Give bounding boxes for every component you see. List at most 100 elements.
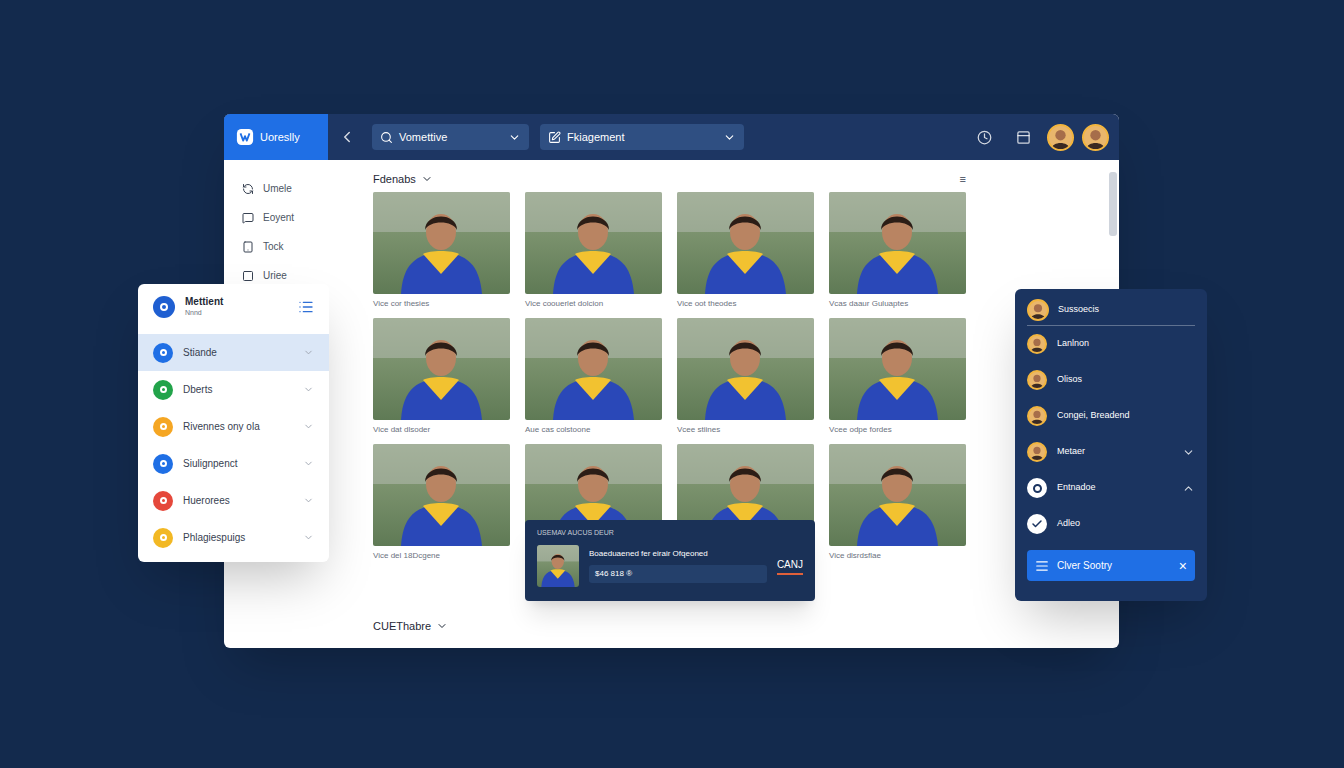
chevron-down-icon bbox=[303, 347, 314, 358]
category-item[interactable]: Rivennes ony ola bbox=[138, 408, 329, 445]
people-item[interactable]: Adleo bbox=[1027, 506, 1195, 542]
photo-card[interactable]: Vcee stiines bbox=[677, 318, 814, 444]
sidebar-item[interactable]: Eoyent bbox=[242, 203, 328, 232]
person-avatar[interactable] bbox=[1027, 442, 1047, 462]
person-figure-icon bbox=[829, 318, 966, 420]
person-figure-icon bbox=[677, 318, 814, 420]
sidebar-item[interactable]: Tock bbox=[242, 232, 328, 261]
category-item[interactable]: Huerorees bbox=[138, 482, 329, 519]
photo-caption: Vice del 18Dcgene bbox=[373, 550, 510, 562]
people-item[interactable]: Congei, Breadend bbox=[1027, 398, 1195, 434]
person-figure-icon bbox=[373, 192, 510, 294]
edit-icon bbox=[548, 131, 561, 144]
person-figure-icon bbox=[537, 545, 579, 587]
sidebar-item-icon bbox=[242, 270, 254, 282]
scrollbar[interactable] bbox=[1109, 172, 1117, 236]
photo[interactable] bbox=[677, 192, 814, 294]
chevron-down-icon bbox=[421, 173, 433, 185]
people-item[interactable]: Lanlnon bbox=[1027, 326, 1195, 362]
user-avatar[interactable] bbox=[1082, 124, 1109, 151]
panel-header: MettientNnnd bbox=[138, 284, 329, 330]
category-dot-icon bbox=[153, 491, 173, 511]
photo[interactable] bbox=[373, 444, 510, 546]
sidebar-item[interactable]: Umele bbox=[242, 174, 328, 203]
people-item[interactable]: Metaer bbox=[1027, 434, 1195, 470]
person-avatar[interactable] bbox=[1027, 406, 1047, 426]
photo-card[interactable]: Vice del 18Dcgene bbox=[373, 444, 510, 570]
gallery-footer[interactable]: CUEThabre bbox=[373, 618, 1119, 635]
photo[interactable] bbox=[373, 192, 510, 294]
category-item[interactable]: Dberts bbox=[138, 371, 329, 408]
popup-photo[interactable] bbox=[537, 545, 579, 587]
chevron-down-icon bbox=[303, 495, 314, 506]
photo[interactable] bbox=[677, 318, 814, 420]
avatar-face-icon bbox=[1029, 301, 1047, 319]
avatar-face-icon bbox=[1049, 126, 1072, 149]
category-dot-icon bbox=[153, 417, 173, 437]
photo[interactable] bbox=[373, 318, 510, 420]
popup-meta: $46 818 ® bbox=[589, 565, 767, 583]
panel-logo-icon bbox=[153, 296, 175, 318]
photo-card[interactable]: Vcas daaur Guluaptes bbox=[829, 192, 966, 318]
category-item[interactable]: Stiande bbox=[138, 334, 329, 371]
back-icon[interactable] bbox=[338, 128, 356, 146]
category-item[interactable]: Siulignpenct bbox=[138, 445, 329, 482]
photo[interactable] bbox=[829, 318, 966, 420]
photo-card[interactable]: Vcee odpe fordes bbox=[829, 318, 966, 444]
photo-caption: Vice cor thesies bbox=[373, 298, 510, 310]
popup-text: Boaeduaened fer eirair Ofqeoned bbox=[589, 548, 767, 560]
clock-icon[interactable] bbox=[977, 130, 992, 145]
user-avatar[interactable] bbox=[1047, 124, 1074, 151]
person-avatar[interactable] bbox=[1027, 370, 1047, 390]
chevron-down-icon bbox=[436, 620, 448, 632]
popup-action[interactable]: CANJ bbox=[777, 557, 803, 575]
list-icon[interactable] bbox=[298, 299, 314, 315]
photo-caption: Aue cas colstoone bbox=[525, 424, 662, 436]
people-item[interactable]: Entnadoe bbox=[1027, 470, 1195, 506]
toolbar-dropdown[interactable]: Vomettive bbox=[372, 124, 529, 150]
category-panel: MettientNnnd StiandeDbertsRivennes ony ol… bbox=[138, 284, 329, 562]
photo[interactable] bbox=[829, 192, 966, 294]
sidebar-item-icon bbox=[242, 183, 254, 195]
photo-card[interactable]: Vice dlsrdsflae bbox=[829, 444, 966, 570]
top-bar: Uoreslly Vomettive Fkiagement bbox=[224, 114, 1119, 160]
avatar-face-icon bbox=[1029, 444, 1045, 460]
chevron-down-icon bbox=[1182, 446, 1195, 459]
list-icon bbox=[1035, 559, 1049, 573]
photo-card[interactable]: Vice dat dlsoder bbox=[373, 318, 510, 444]
header-avatar[interactable] bbox=[1027, 299, 1049, 321]
ring-icon bbox=[1027, 478, 1047, 498]
people-item[interactable]: Olisos bbox=[1027, 362, 1195, 398]
toolbar-dropdown[interactable]: Fkiagement bbox=[540, 124, 744, 150]
panel-icon[interactable] bbox=[1016, 130, 1031, 145]
chevron-down-icon bbox=[303, 532, 314, 543]
person-figure-icon bbox=[373, 318, 510, 420]
photo-card[interactable]: Vice cor thesies bbox=[373, 192, 510, 318]
photo-card[interactable]: Aue cas colstoone bbox=[525, 318, 662, 444]
category-dot-icon bbox=[153, 454, 173, 474]
logo[interactable]: Uoreslly bbox=[224, 114, 328, 160]
logo-text: Uoreslly bbox=[260, 129, 300, 146]
photo[interactable] bbox=[525, 318, 662, 420]
photo-caption: Vcas daaur Guluaptes bbox=[829, 298, 966, 310]
check-icon bbox=[1027, 514, 1047, 534]
gallery-title[interactable]: Fdenabs bbox=[373, 171, 433, 188]
person-figure-icon bbox=[677, 192, 814, 294]
photo-caption: Vcee stiines bbox=[677, 424, 814, 436]
photo-card[interactable]: Vice coouerlet dolcion bbox=[525, 192, 662, 318]
photo[interactable] bbox=[829, 444, 966, 546]
chevron-down-icon bbox=[303, 384, 314, 395]
category-item[interactable]: Phlagiespuigs bbox=[138, 519, 329, 556]
photo-card[interactable]: Vice oot theodes bbox=[677, 192, 814, 318]
photo-grid: Vice cor thesiesVice coouerlet dolcionVi… bbox=[373, 192, 1119, 570]
photo[interactable] bbox=[525, 192, 662, 294]
search-icon bbox=[380, 131, 393, 144]
close-button[interactable]: × bbox=[1179, 559, 1187, 573]
person-avatar[interactable] bbox=[1027, 334, 1047, 354]
dropdown-label: Fkiagement bbox=[567, 129, 717, 146]
gallery-menu[interactable]: ≡ bbox=[960, 171, 966, 188]
sidebar-item-icon bbox=[242, 241, 254, 253]
panel-title: Mettient bbox=[185, 296, 288, 309]
panel-button[interactable]: Clver Sootry× bbox=[1027, 550, 1195, 581]
avatar-face-icon bbox=[1029, 372, 1045, 388]
